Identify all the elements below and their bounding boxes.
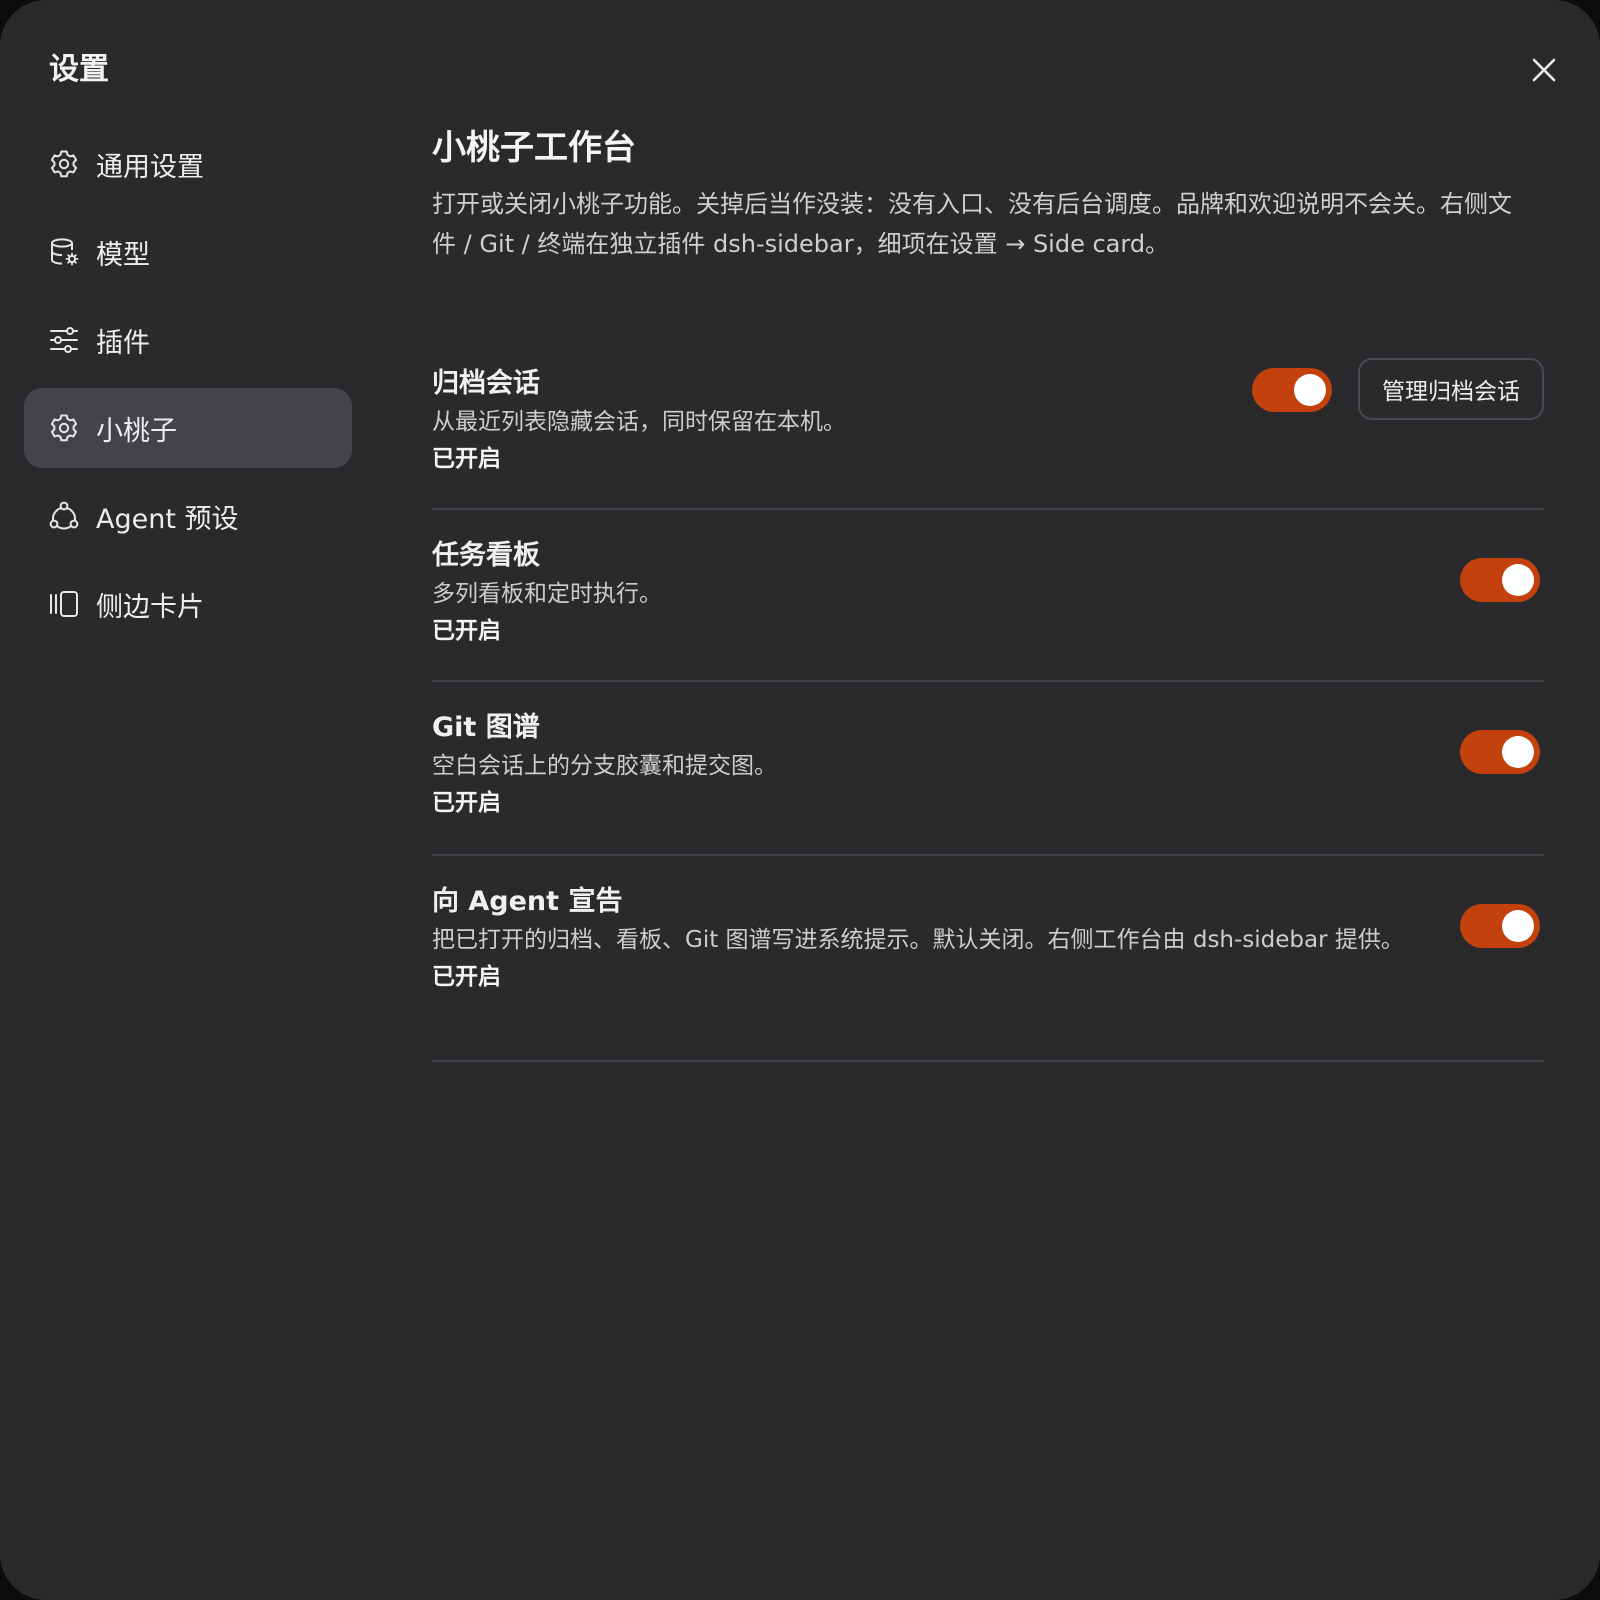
feature-row-task-board: 任务看板 多列看板和定时执行。 已开启 — [432, 510, 1544, 682]
sidebar-item-side-cards[interactable]: 侧边卡片 — [24, 564, 352, 644]
feature-title: 任务看板 — [432, 540, 540, 571]
toggle-knob — [1502, 910, 1534, 942]
sidebar-item-label: 插件 — [96, 327, 150, 359]
toggle-knob — [1294, 374, 1326, 406]
agent-network-icon — [48, 500, 80, 532]
feature-description: 空白会话上的分支胶囊和提交图。 — [432, 753, 777, 779]
feature-status: 已开启 — [432, 446, 501, 472]
feature-description: 把已打开的归档、看板、Git 图谱写进系统提示。默认关闭。右侧工作台由 dsh-… — [432, 927, 1404, 953]
feature-description: 从最近列表隐藏会话，同时保留在本机。 — [432, 409, 846, 435]
feature-row-git-graph: Git 图谱 空白会话上的分支胶囊和提交图。 已开启 — [432, 682, 1544, 856]
sidebar: 通用设置 模型 插件 小桃子 Agent 预设 侧边卡片 — [24, 124, 352, 652]
sidebar-item-models[interactable]: 模型 — [24, 212, 352, 292]
feature-list: 归档会话 从最近列表隐藏会话，同时保留在本机。 已开启 管理归档会话 任务看板 … — [432, 358, 1544, 1062]
sidebar-item-label: 小桃子 — [96, 415, 177, 447]
git-graph-toggle[interactable] — [1460, 730, 1540, 774]
page-title: 小桃子工作台 — [432, 128, 636, 168]
main-content: 小桃子工作台 打开或关闭小桃子功能。关掉后当作没装：没有入口、没有后台调度。品牌… — [432, 122, 1544, 1062]
sliders-icon — [48, 324, 80, 356]
dialog-title: 设置 — [49, 52, 109, 87]
close-icon — [1532, 58, 1556, 82]
page-description: 打开或关闭小桃子功能。关掉后当作没装：没有入口、没有后台调度。品牌和欢迎说明不会… — [432, 190, 1512, 258]
feature-description: 多列看板和定时执行。 — [432, 581, 662, 607]
feature-status: 已开启 — [432, 964, 501, 990]
sidebar-item-agent-presets[interactable]: Agent 预设 — [24, 476, 352, 556]
task-board-toggle[interactable] — [1460, 558, 1540, 602]
sidebar-item-label: 通用设置 — [96, 151, 204, 183]
sidebar-item-label: Agent 预设 — [96, 503, 239, 535]
feature-status: 已开启 — [432, 618, 501, 644]
gear-icon — [48, 412, 80, 444]
manage-archive-button[interactable]: 管理归档会话 — [1358, 358, 1544, 420]
database-gear-icon — [48, 236, 80, 268]
gear-icon — [48, 148, 80, 180]
feature-row-announce-agent: 向 Agent 宣告 把已打开的归档、看板、Git 图谱写进系统提示。默认关闭。… — [432, 856, 1544, 1062]
toggle-knob — [1502, 564, 1534, 596]
sidebar-item-plugins[interactable]: 插件 — [24, 300, 352, 380]
feature-row-archive: 归档会话 从最近列表隐藏会话，同时保留在本机。 已开启 管理归档会话 — [432, 358, 1544, 510]
feature-status: 已开启 — [432, 790, 501, 816]
sidebar-item-xiaotaozi[interactable]: 小桃子 — [24, 388, 352, 468]
close-button[interactable] — [1524, 50, 1564, 90]
feature-title: Git 图谱 — [432, 712, 540, 743]
announce-agent-toggle[interactable] — [1460, 904, 1540, 948]
side-cards-icon — [48, 588, 80, 620]
sidebar-item-general[interactable]: 通用设置 — [24, 124, 352, 204]
feature-title: 向 Agent 宣告 — [432, 886, 623, 917]
archive-toggle[interactable] — [1252, 368, 1332, 412]
sidebar-item-label: 侧边卡片 — [96, 591, 204, 623]
settings-dialog: 设置 通用设置 模型 插件 小桃子 Agent 预设 侧边卡片 小桃子工作台 打… — [0, 0, 1600, 1600]
toggle-knob — [1502, 736, 1534, 768]
sidebar-item-label: 模型 — [96, 239, 150, 271]
